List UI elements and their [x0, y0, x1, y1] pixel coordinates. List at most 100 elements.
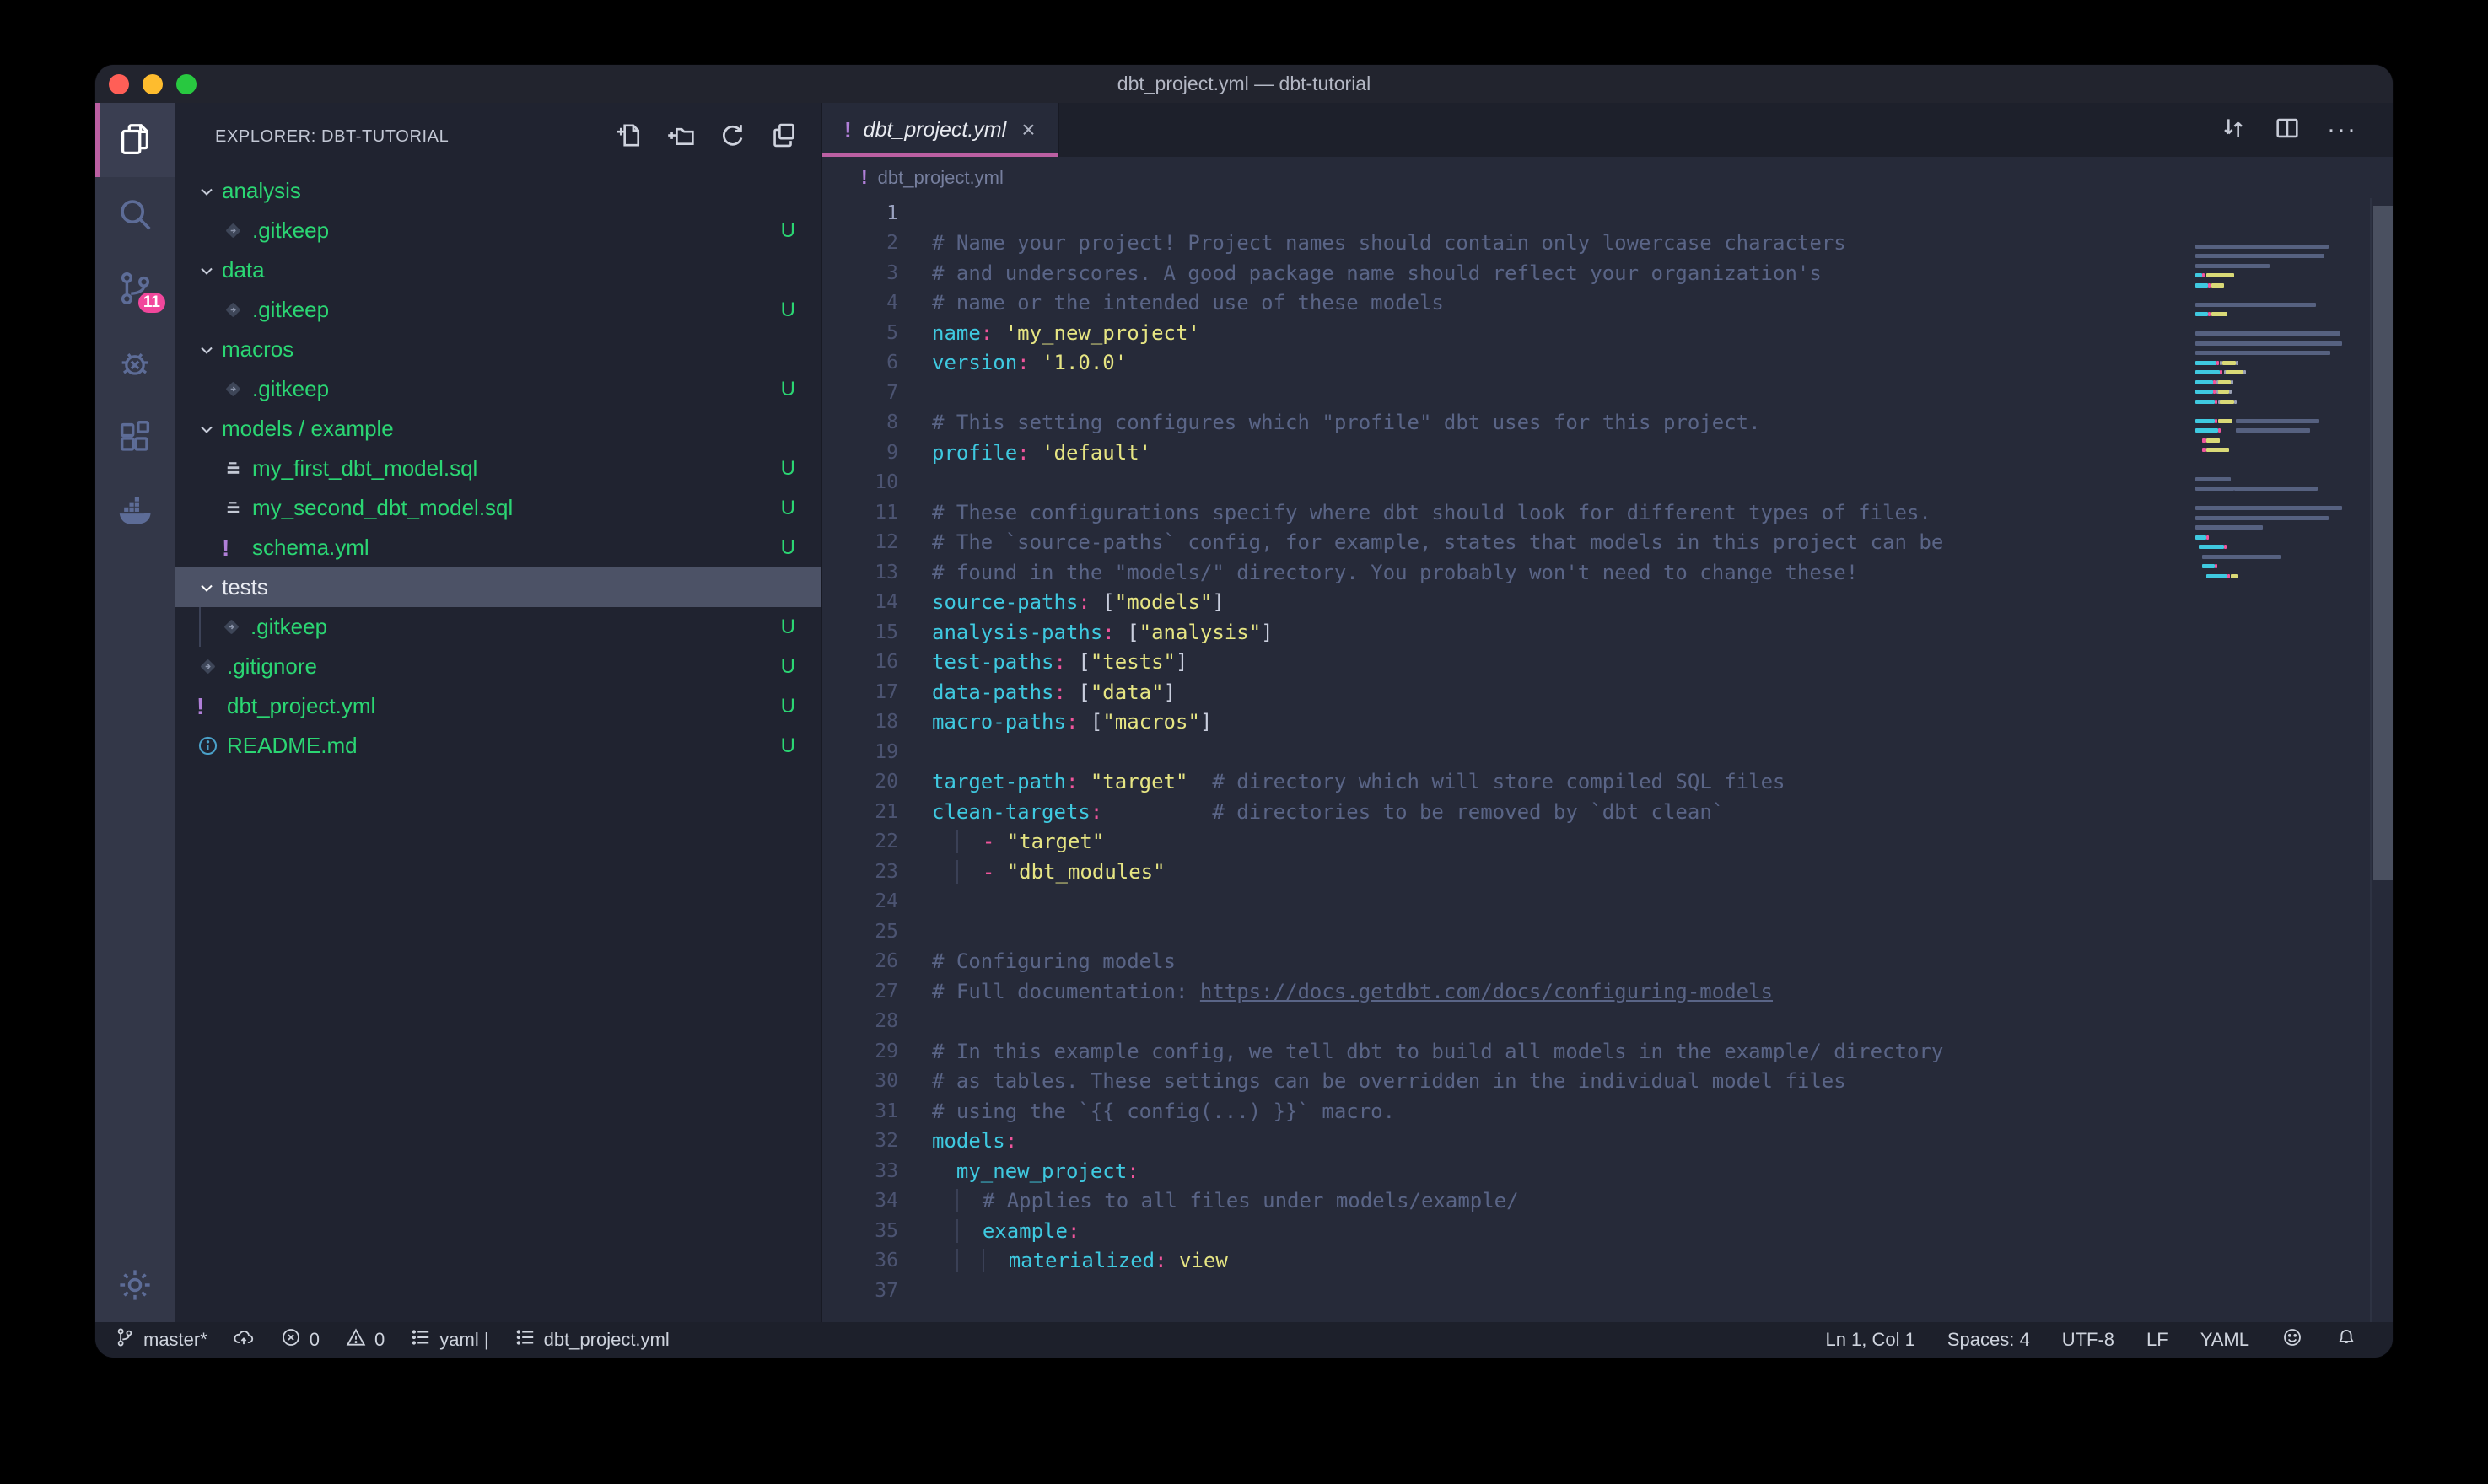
tree-row-analysis[interactable]: analysis [175, 171, 821, 211]
close-tab-icon[interactable]: × [1021, 116, 1035, 143]
tree-row-models-example[interactable]: models / example [175, 409, 821, 449]
activity-source-control-icon[interactable]: 11 [95, 251, 175, 325]
code-line-36[interactable]: 36 materialized: view [822, 1246, 2189, 1277]
code-line-15[interactable]: 15analysis-paths: ["analysis"] [822, 617, 2189, 648]
vertical-scrollbar[interactable] [2370, 198, 2393, 1322]
status-outline-language[interactable]: yaml | [410, 1326, 488, 1353]
code-line-9[interactable]: 9profile: 'default' [822, 438, 2189, 468]
activity-debug-icon[interactable] [95, 325, 175, 400]
line-content: analysis-paths: ["analysis"] [898, 621, 1274, 644]
open-changes-icon[interactable] [2219, 114, 2248, 147]
scrollbar-thumb[interactable] [2373, 206, 2393, 880]
code-line-3[interactable]: 3# and underscores. A good package name … [822, 258, 2189, 288]
code-line-14[interactable]: 14source-paths: ["models"] [822, 588, 2189, 618]
sql-file-icon [222, 457, 252, 480]
tree-row--gitkeep[interactable]: .gitkeepU [175, 290, 821, 330]
code-line-30[interactable]: 30# as tables. These settings can be ove… [822, 1067, 2189, 1097]
tree-row-my-first-dbt-model-sql[interactable]: my_first_dbt_model.sqlU [175, 449, 821, 488]
status-sync[interactable] [233, 1326, 255, 1353]
code-line-20[interactable]: 20target-path: "target" # directory whic… [822, 767, 2189, 798]
activity-explorer-icon[interactable] [95, 103, 175, 177]
line-number: 34 [822, 1190, 898, 1212]
minimap-line [2195, 341, 2342, 346]
split-editor-icon[interactable] [2273, 114, 2302, 147]
code-line-25[interactable]: 25 [822, 917, 2189, 947]
tree-row-data[interactable]: data [175, 250, 821, 290]
code-line-10[interactable]: 10 [822, 468, 2189, 498]
line-content: my_new_project: [898, 1159, 1139, 1183]
minimap-line [2231, 574, 2238, 578]
tree-row-tests[interactable]: tests [175, 567, 821, 607]
code-line-33[interactable]: 33 my_new_project: [822, 1156, 2189, 1186]
activity-extensions-icon[interactable] [95, 400, 175, 474]
activity-search-icon[interactable] [95, 177, 175, 251]
code-line-27[interactable]: 27# Full documentation: https://docs.get… [822, 976, 2189, 1007]
code-line-35[interactable]: 35 example: [822, 1216, 2189, 1246]
tree-row-macros[interactable]: macros [175, 330, 821, 369]
activity-docker-icon[interactable] [95, 474, 175, 548]
tree-row--gitignore[interactable]: .gitignoreU [175, 647, 821, 686]
code-line-13[interactable]: 13# found in the "models/" directory. Yo… [822, 557, 2189, 588]
code-line-11[interactable]: 11# These configurations specify where d… [822, 497, 2189, 528]
code-line-8[interactable]: 8# This setting configures which "profil… [822, 408, 2189, 438]
status-language-mode[interactable]: YAML [2200, 1329, 2249, 1351]
tab-dbt-project-yml[interactable]: ! dbt_project.yml × [822, 103, 1059, 157]
new-folder-icon[interactable] [666, 121, 696, 154]
code-line-18[interactable]: 18macro-paths: ["macros"] [822, 707, 2189, 738]
code-line-23[interactable]: 23 - "dbt_modules" [822, 857, 2189, 887]
code-line-28[interactable]: 28 [822, 1007, 2189, 1037]
status-cursor-position[interactable]: Ln 1, Col 1 [1825, 1329, 1914, 1351]
code-line-31[interactable]: 31# using the `{{ config(...) }}` macro. [822, 1096, 2189, 1126]
minimap[interactable] [2189, 198, 2370, 1322]
code-line-2[interactable]: 2# Name your project! Project names shou… [822, 229, 2189, 259]
new-file-icon[interactable] [615, 121, 644, 154]
minimap-line [2195, 351, 2330, 355]
code-line-24[interactable]: 24 [822, 887, 2189, 917]
status-warnings[interactable]: 0 [345, 1326, 385, 1353]
code-line-12[interactable]: 12# The `source-paths` config, for examp… [822, 528, 2189, 558]
code-line-7[interactable]: 7 [822, 378, 2189, 408]
code-line-21[interactable]: 21clean-targets: # directories to be rem… [822, 797, 2189, 827]
refresh-icon[interactable] [718, 121, 747, 154]
status-feedback[interactable] [2281, 1326, 2303, 1353]
breadcrumb-file[interactable]: dbt_project.yml [878, 167, 1004, 189]
tree-label: .gitkeep [252, 297, 781, 323]
breadcrumb[interactable]: ! dbt_project.yml [822, 157, 2393, 198]
code-line-19[interactable]: 19 [822, 737, 2189, 767]
code-line-37[interactable]: 37 [822, 1276, 2189, 1306]
line-number: 4 [822, 292, 898, 314]
code-line-16[interactable]: 16test-paths: ["tests"] [822, 648, 2189, 678]
status-git-branch[interactable]: master* [114, 1326, 207, 1353]
status-eol[interactable]: LF [2146, 1329, 2168, 1351]
code-line-32[interactable]: 32models: [822, 1126, 2189, 1157]
status-errors[interactable]: 0 [280, 1326, 320, 1353]
status-notifications[interactable] [2335, 1326, 2357, 1353]
activity-settings-icon[interactable] [95, 1248, 175, 1322]
minimap-line [2195, 264, 2270, 268]
tree-row--gitkeep[interactable]: .gitkeepU [175, 607, 821, 647]
tree-row-readme-md[interactable]: README.mdU [175, 726, 821, 766]
more-actions-icon[interactable]: ··· [2327, 116, 2357, 144]
minimap-line [2195, 331, 2340, 336]
code-line-1[interactable]: 1 [822, 198, 2189, 229]
code-line-34[interactable]: 34 # Applies to all files under models/e… [822, 1186, 2189, 1217]
tree-row-dbt-project-yml[interactable]: !dbt_project.ymlU [175, 686, 821, 726]
code-line-6[interactable]: 6version: '1.0.0' [822, 348, 2189, 379]
tree-row--gitkeep[interactable]: .gitkeepU [175, 211, 821, 250]
line-number: 24 [822, 890, 898, 912]
status-outline-file[interactable]: dbt_project.yml [514, 1326, 670, 1353]
tree-row-my-second-dbt-model-sql[interactable]: my_second_dbt_model.sqlU [175, 488, 821, 528]
code-editor[interactable]: 12# Name your project! Project names sho… [822, 198, 2393, 1322]
code-line-17[interactable]: 17data-paths: ["data"] [822, 677, 2189, 707]
code-line-4[interactable]: 4# name or the intended use of these mod… [822, 288, 2189, 319]
code-line-5[interactable]: 5name: 'my_new_project' [822, 318, 2189, 348]
code-line-26[interactable]: 26# Configuring models [822, 947, 2189, 977]
collapse-all-icon[interactable] [769, 121, 799, 154]
status-encoding[interactable]: UTF-8 [2062, 1329, 2114, 1351]
line-content: data-paths: ["data"] [898, 680, 1176, 704]
tree-row--gitkeep[interactable]: .gitkeepU [175, 369, 821, 409]
status-indentation[interactable]: Spaces: 4 [1947, 1329, 2030, 1351]
code-line-22[interactable]: 22 - "target" [822, 827, 2189, 858]
tree-row-schema-yml[interactable]: !schema.ymlU [175, 528, 821, 567]
code-line-29[interactable]: 29# In this example config, we tell dbt … [822, 1036, 2189, 1067]
